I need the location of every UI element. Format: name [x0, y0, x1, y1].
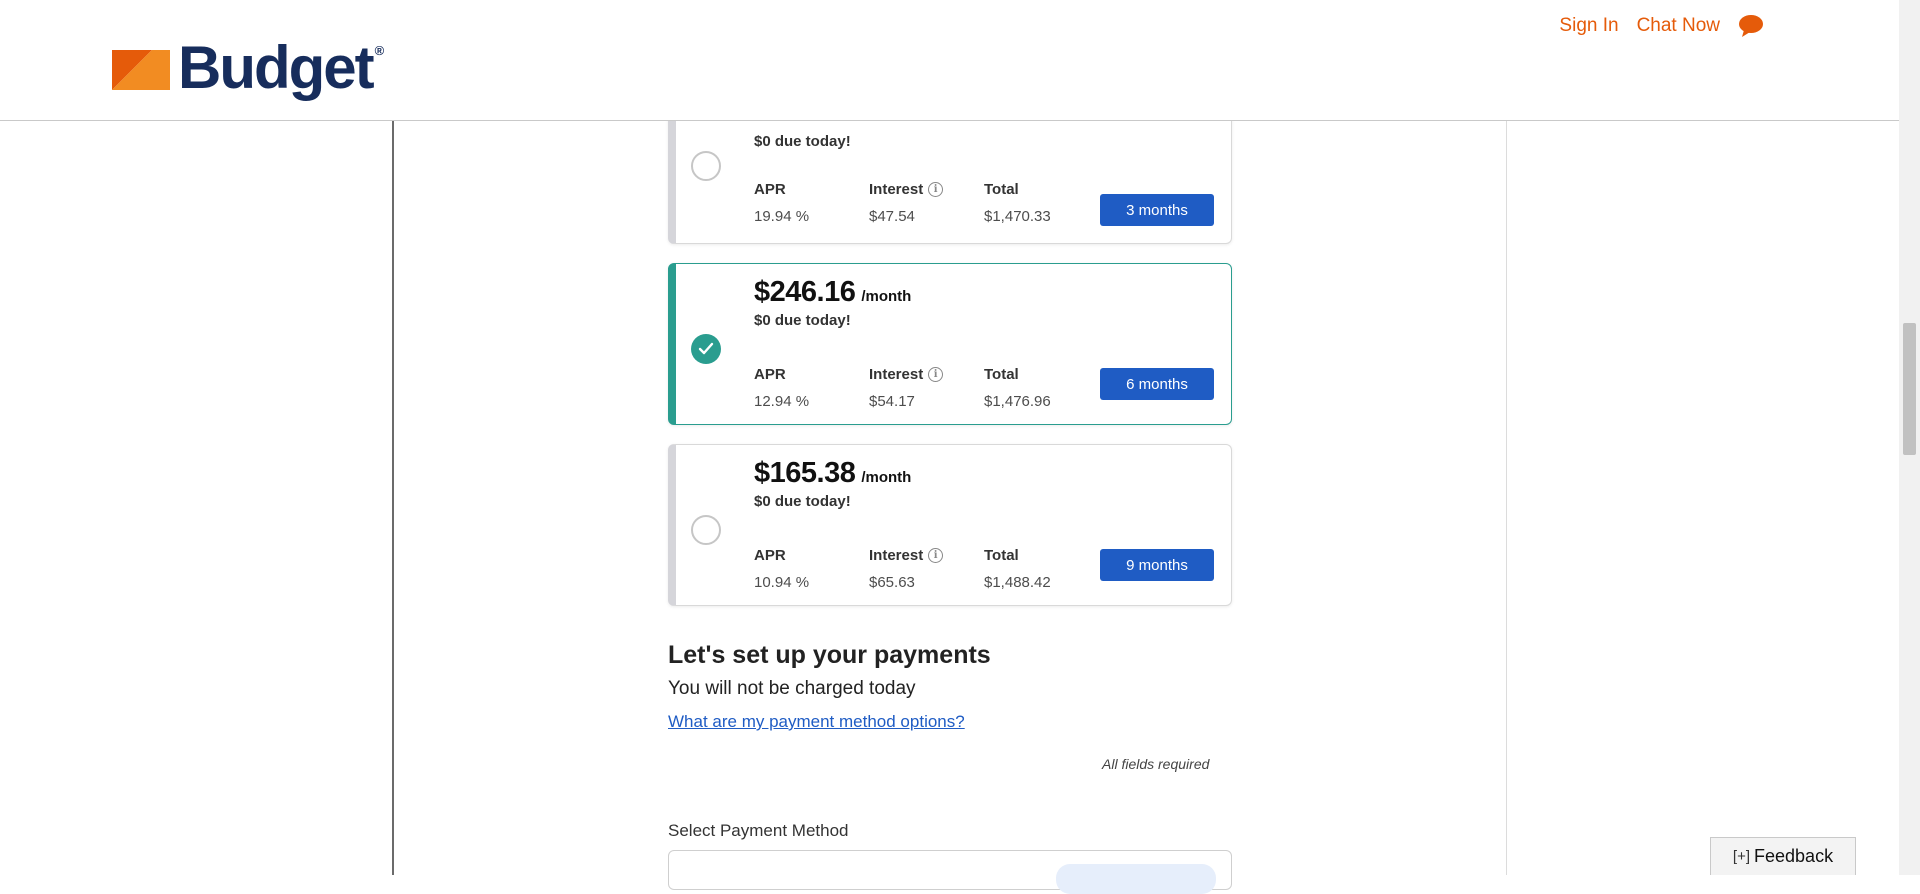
vertical-scrollbar[interactable]	[1899, 0, 1920, 875]
interest-value: $54.17	[869, 393, 915, 410]
logo-wordmark: Budget	[178, 34, 375, 101]
chat-now-link[interactable]: Chat Now	[1637, 15, 1720, 37]
budget-logo[interactable]: Budget ®	[112, 34, 385, 101]
payments-heading: Let's set up your payments	[668, 641, 991, 669]
apr-column: APR 12.94 %	[754, 366, 809, 410]
plan-radio-3-months[interactable]	[691, 151, 721, 181]
due-today-text: $0 due today!	[754, 133, 851, 150]
total-value: $1,470.33	[984, 208, 1051, 225]
apr-value: 10.94 %	[754, 574, 810, 591]
apr-column: APR 19.94 %	[754, 181, 809, 225]
payment-method-pill[interactable]	[1056, 864, 1216, 894]
payment-plan-list: $0 due today! APR 19.94 % Interest i $47.…	[668, 88, 1232, 625]
interest-column: Interest i $54.17	[869, 366, 944, 410]
apr-label: APR	[754, 366, 786, 383]
term-button-3-months[interactable]: 3 months	[1100, 194, 1214, 226]
apr-label: APR	[754, 181, 786, 198]
total-value: $1,476.96	[984, 393, 1051, 410]
interest-label: Interest	[869, 547, 924, 564]
price-line: $246.16 /month	[754, 276, 911, 309]
apr-column: APR 10.94 %	[754, 547, 809, 591]
content-left-border	[392, 121, 394, 875]
apr-value: 12.94 %	[754, 393, 810, 410]
registered-mark: ®	[374, 42, 385, 58]
interest-label: Interest	[869, 181, 924, 198]
checkmark-icon	[698, 342, 714, 355]
per-month-label: /month	[861, 469, 912, 486]
price-line: $165.38 /month	[754, 457, 911, 490]
interest-label: Interest	[869, 366, 924, 383]
total-column: Total $1,476.96	[984, 366, 1051, 410]
total-value: $1,488.42	[984, 574, 1051, 591]
feedback-button[interactable]: [+] Feedback	[1710, 837, 1856, 875]
plan-radio-6-months[interactable]	[691, 334, 721, 364]
feedback-label: Feedback	[1754, 846, 1834, 866]
total-label: Total	[984, 547, 1019, 564]
per-month-label: /month	[861, 288, 912, 305]
sign-in-link[interactable]: Sign In	[1559, 15, 1618, 37]
info-icon[interactable]: i	[928, 182, 944, 197]
interest-column: Interest i $47.54	[869, 181, 944, 225]
plan-card-6-months[interactable]: $246.16 /month $0 due today! APR 12.94 %…	[668, 263, 1232, 425]
select-payment-label: Select Payment Method	[668, 821, 849, 840]
total-column: Total $1,470.33	[984, 181, 1051, 225]
monthly-price: $165.38	[754, 457, 856, 489]
feedback-plus-icon: [+]	[1732, 848, 1751, 865]
site-header: Budget ® Sign In Chat Now	[0, 0, 1899, 121]
payments-subheading: You will not be charged today	[668, 678, 916, 699]
interest-value: $65.63	[869, 574, 915, 591]
total-label: Total	[984, 366, 1019, 383]
required-fields-note: All fields required	[1102, 756, 1210, 772]
term-button-6-months[interactable]: 6 months	[1100, 368, 1214, 400]
info-icon[interactable]: i	[928, 548, 944, 563]
scrollbar-thumb[interactable]	[1903, 323, 1916, 455]
term-button-9-months[interactable]: 9 months	[1100, 549, 1214, 581]
plan-radio-9-months[interactable]	[691, 515, 721, 545]
apr-value: 19.94 %	[754, 208, 810, 225]
monthly-price: $246.16	[754, 276, 856, 308]
interest-column: Interest i $65.63	[869, 547, 944, 591]
content-right-border	[1506, 121, 1507, 875]
budget-logo-mark-icon	[112, 50, 170, 90]
plan-card-9-months[interactable]: $165.38 /month $0 due today! APR 10.94 %…	[668, 444, 1232, 606]
apr-label: APR	[754, 547, 786, 564]
due-today-text: $0 due today!	[754, 312, 851, 329]
top-links: Sign In Chat Now	[1559, 14, 1764, 38]
chat-bubble-icon[interactable]	[1738, 14, 1764, 38]
total-column: Total $1,488.42	[984, 547, 1051, 591]
payment-options-link[interactable]: What are my payment method options?	[668, 712, 965, 732]
info-icon[interactable]: i	[928, 367, 944, 382]
interest-value: $47.54	[869, 208, 915, 225]
due-today-text: $0 due today!	[754, 493, 851, 510]
total-label: Total	[984, 181, 1019, 198]
